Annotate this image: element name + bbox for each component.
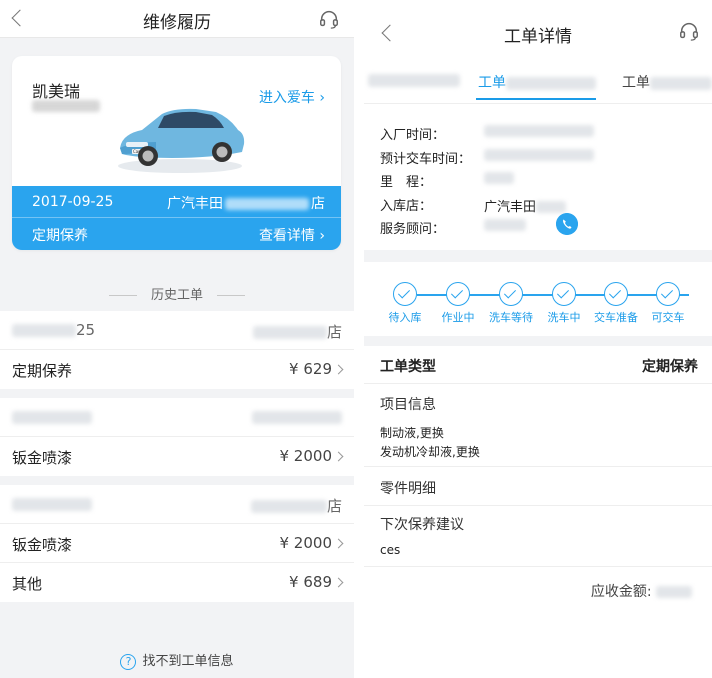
tab-order-next[interactable]: 工单 — [622, 72, 712, 92]
phone-icon[interactable] — [556, 213, 578, 235]
check-circle-icon — [552, 282, 576, 306]
section-separator — [364, 250, 712, 262]
section-separator — [364, 336, 712, 346]
order-detail-screen: 工单详情 工单 工单 入厂时间： 预计交车时间： 里 程： 入库店： 广汽丰田 — [364, 0, 712, 678]
progress-step: 交车准备 — [588, 282, 644, 325]
repair-history-screen: 维修履历 凯美瑞 进入爱车 › Camry 2017-09-25 广汽丰田店 定 — [0, 0, 354, 678]
order-info: 入厂时间： 预计交车时间： 里 程： 入库店： 广汽丰田 服务顾问： — [380, 122, 700, 240]
progress-step: 洗车等待 — [483, 282, 539, 325]
check-circle-icon — [656, 282, 680, 306]
store-row: 入库店： 广汽丰田 — [380, 193, 700, 217]
mileage-row: 里 程： — [380, 169, 700, 193]
service-date: 2017-09-25 — [32, 194, 114, 210]
car-image: Camry — [118, 108, 245, 173]
history-order-item[interactable]: 定期保养 ¥ 629 — [0, 350, 354, 389]
history-section-title: 历史工单 — [0, 284, 354, 303]
check-circle-icon — [604, 282, 628, 306]
history-order-item[interactable]: 其他 ¥ 689 — [0, 563, 354, 602]
active-tab-indicator — [476, 98, 596, 100]
chevron-right-icon — [333, 364, 344, 375]
my-car-card[interactable]: 凯美瑞 进入爱车 › Camry 2017-09-25 广汽丰田店 定期保养 查… — [12, 56, 341, 250]
chevron-right-icon — [333, 538, 344, 549]
top-nav-bar: 维修履历 — [0, 0, 354, 38]
parts-detail-title[interactable]: 零件明细 — [380, 478, 436, 498]
enter-my-car-link[interactable]: 进入爱车 › — [259, 87, 325, 107]
service-store: 广汽丰田店 — [167, 196, 325, 212]
next-maintenance-title: 下次保养建议 — [380, 517, 464, 533]
car-model-name: 凯美瑞 — [32, 82, 81, 101]
tab-order-current[interactable]: 工单 — [478, 72, 596, 92]
history-order-group[interactable]: 钣金喷漆 ¥ 2000 — [0, 398, 354, 476]
eta-row: 预计交车时间： — [380, 146, 700, 170]
next-maintenance-value: ces — [380, 543, 401, 557]
cannot-find-order-link[interactable]: ? 找不到工单信息 — [0, 650, 354, 670]
page-title: 维修履历 — [143, 13, 211, 33]
progress-step: 洗车中 — [536, 282, 592, 325]
view-detail-link[interactable]: 查看详情 › — [259, 225, 325, 245]
order-progress-tracker: 待入库 作业中 洗车等待 洗车中 交车准备 可交车 — [378, 282, 698, 332]
project-item: 制动液,更换 — [380, 426, 444, 440]
history-order-header: 25 店 — [0, 311, 354, 350]
project-item: 发动机冷却液,更换 — [380, 445, 480, 459]
headset-icon[interactable] — [318, 8, 340, 30]
check-circle-icon — [446, 282, 470, 306]
page-title: 工单详情 — [504, 27, 572, 47]
project-info-title: 项目信息 — [380, 397, 436, 413]
advisor-row: 服务顾问： — [380, 213, 700, 240]
history-order-header — [0, 398, 354, 437]
order-type-row: 工单类型 定期保养 — [364, 346, 712, 384]
headset-icon[interactable] — [678, 20, 700, 42]
order-tabs: 工单 工单 — [364, 62, 712, 104]
amount-due: 应收金额: — [591, 581, 692, 601]
history-order-item[interactable]: 钣金喷漆 ¥ 2000 — [0, 524, 354, 563]
in-time-row: 入厂时间： — [380, 122, 700, 146]
progress-step: 待入库 — [377, 282, 433, 325]
service-type: 定期保养 — [32, 228, 88, 244]
chevron-right-icon — [333, 451, 344, 462]
check-circle-icon — [393, 282, 417, 306]
panel-divider — [354, 0, 364, 678]
history-order-group[interactable]: 店 钣金喷漆 ¥ 2000 其他 ¥ 689 — [0, 485, 354, 602]
history-order-header: 店 — [0, 485, 354, 524]
progress-step: 可交车 — [640, 282, 696, 325]
top-nav-bar: 工单详情 — [364, 0, 712, 62]
chevron-right-icon — [333, 577, 344, 588]
latest-service-bar: 2017-09-25 广汽丰田店 定期保养 查看详情 › — [12, 186, 341, 250]
tab-order-prev[interactable] — [368, 72, 460, 88]
history-order-group[interactable]: 25 店 定期保养 ¥ 629 — [0, 311, 354, 389]
question-circle-icon: ? — [120, 653, 137, 670]
history-order-item[interactable]: 钣金喷漆 ¥ 2000 — [0, 437, 354, 476]
check-circle-icon — [499, 282, 523, 306]
progress-step: 作业中 — [430, 282, 486, 325]
license-plate — [32, 100, 100, 112]
